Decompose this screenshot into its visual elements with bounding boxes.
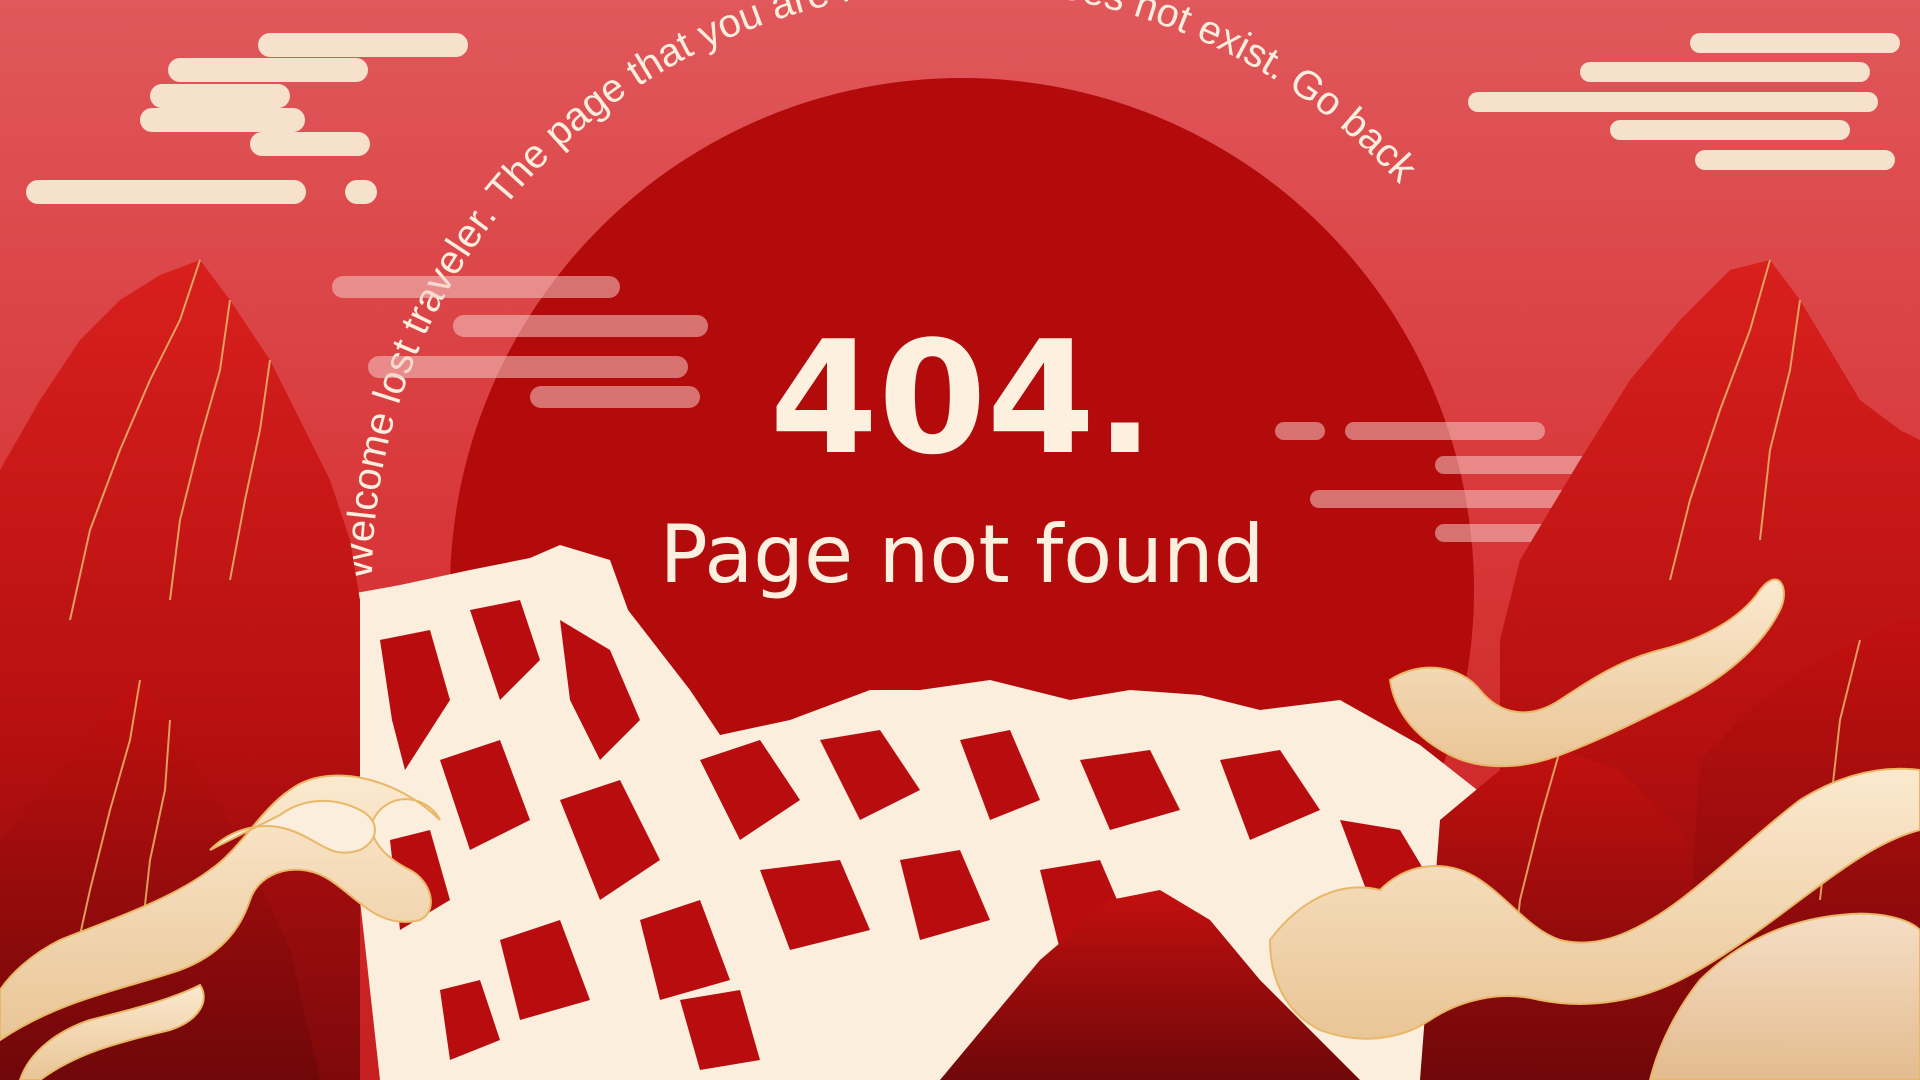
error-code: 404. [770, 307, 1155, 489]
error-404-page: Welcome lost traveler. The page that you… [0, 0, 1920, 1080]
scene-illustration: Welcome lost traveler. The page that you… [0, 0, 1920, 1080]
error-subtitle: Page not found [660, 508, 1265, 601]
